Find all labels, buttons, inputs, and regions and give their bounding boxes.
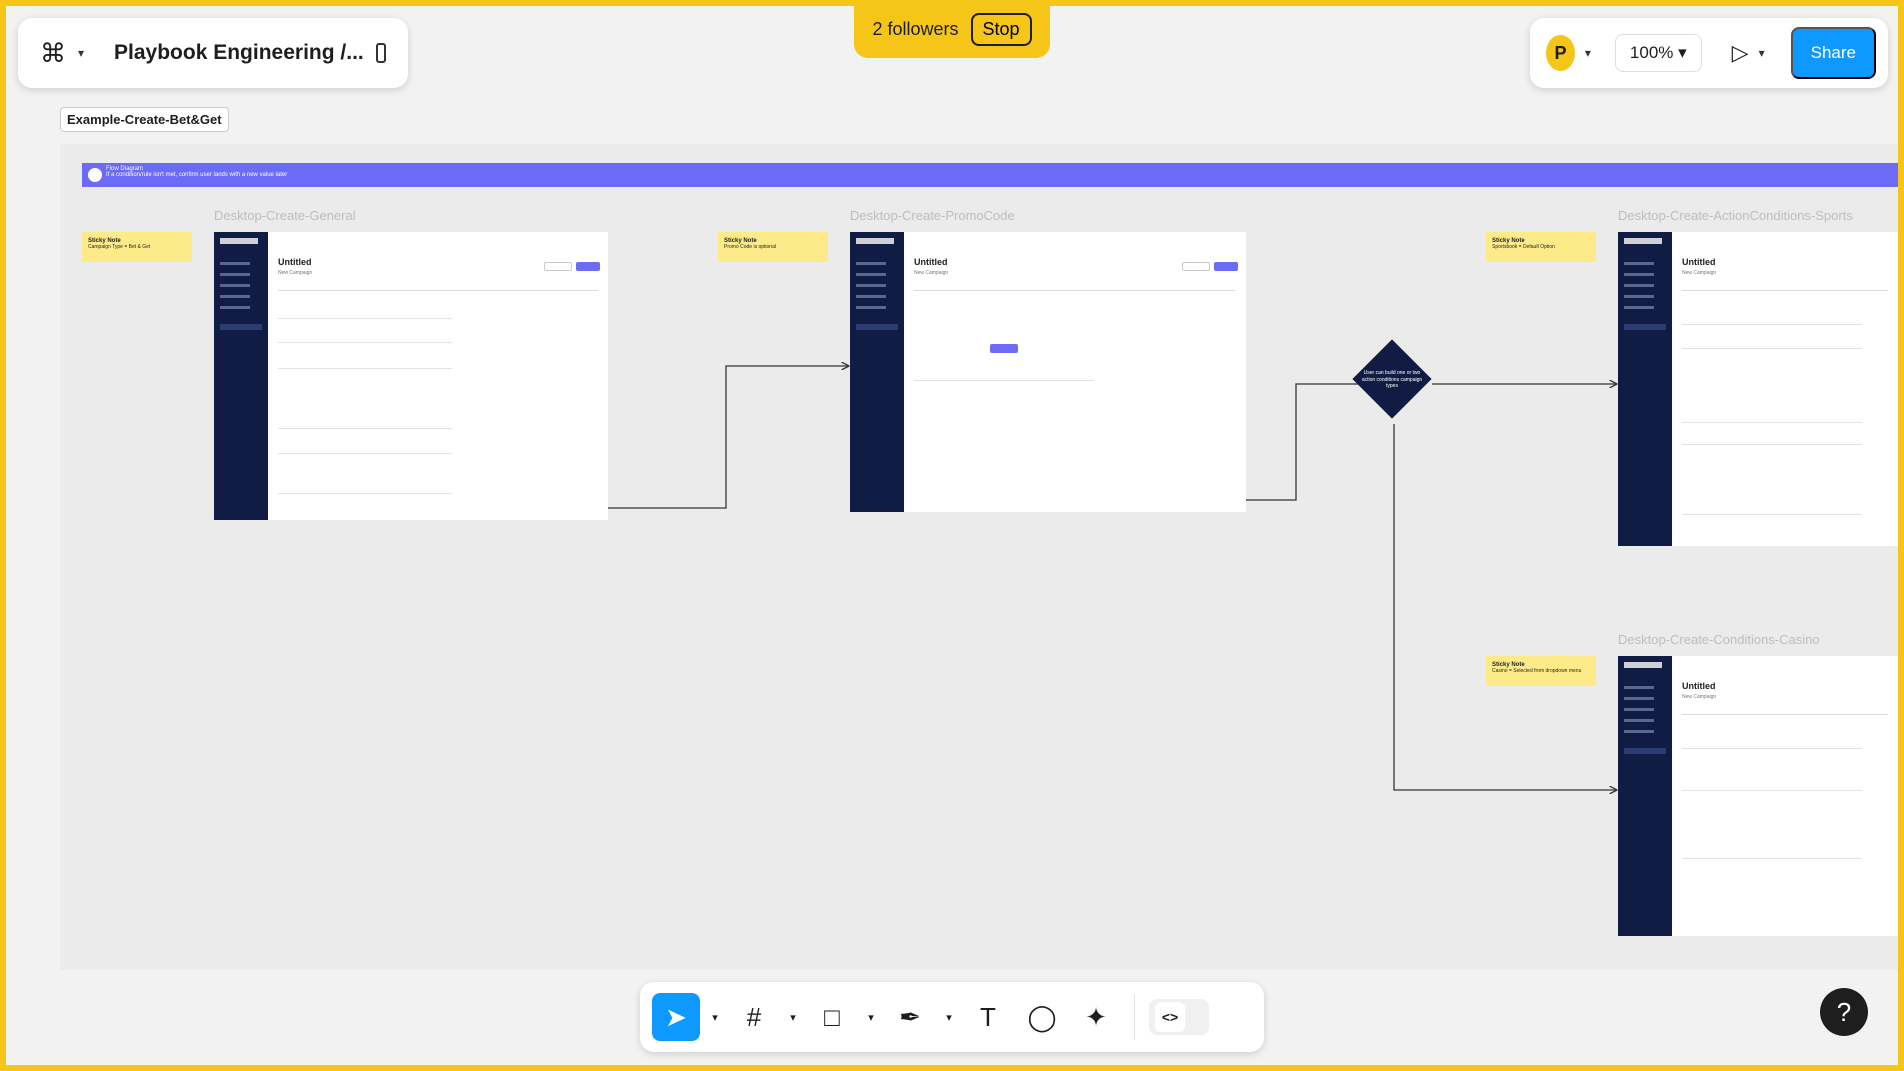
chevron-down-icon[interactable]: ▾ (706, 1011, 724, 1024)
chevron-down-icon[interactable]: ▾ (862, 1011, 880, 1024)
cursor-icon[interactable]: ➤ (652, 993, 700, 1041)
code-icon: <> (1155, 1002, 1185, 1032)
rectangle-icon[interactable]: □ (808, 993, 856, 1041)
connector-arrow (608, 366, 848, 509)
chevron-down-icon[interactable]: ▾ (940, 1011, 958, 1024)
comment-icon[interactable]: ◯ (1018, 993, 1066, 1041)
connector-lines (608, 0, 1904, 1071)
toolbar-divider (1134, 994, 1135, 1040)
bottom-toolbar: ➤ ▾ # ▾ □ ▾ ✒ ▾ T ◯ ✦ <> (640, 982, 1264, 1052)
connector-arrow (1246, 383, 1358, 501)
frame-icon[interactable]: # (730, 993, 778, 1041)
text-icon[interactable]: T (964, 993, 1012, 1041)
sparkle-icon[interactable]: ✦ (1072, 993, 1120, 1041)
pen-icon[interactable]: ✒ (886, 993, 934, 1041)
help-button[interactable]: ? (1820, 988, 1868, 1036)
chevron-down-icon[interactable]: ▾ (784, 1011, 802, 1024)
connector-arrow (1393, 424, 1616, 790)
dev-mode-toggle[interactable]: <> (1149, 999, 1209, 1035)
